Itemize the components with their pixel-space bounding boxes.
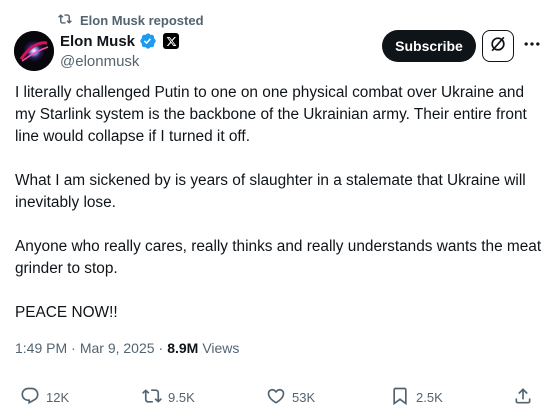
post-meta: 1:49 PM · Mar 9, 2025 · 8.9M Views bbox=[15, 340, 239, 356]
more-icon bbox=[522, 34, 542, 59]
meta-separator: · bbox=[71, 340, 76, 356]
reply-count: 12K bbox=[46, 390, 70, 405]
like-count: 53K bbox=[292, 390, 316, 405]
repost-indicator[interactable]: Elon Musk reposted bbox=[58, 12, 204, 28]
avatar[interactable] bbox=[14, 31, 54, 71]
subscribe-button[interactable]: Subscribe bbox=[382, 30, 476, 62]
bookmark-count: 2.5K bbox=[416, 390, 443, 405]
post-paragraph: PEACE NOW!! bbox=[15, 304, 118, 321]
grok-icon bbox=[488, 34, 508, 59]
grok-button[interactable] bbox=[482, 30, 514, 62]
repost-label: Elon Musk reposted bbox=[80, 12, 204, 28]
share-icon bbox=[513, 386, 533, 409]
post-paragraph: Anyone who really cares, really thinks a… bbox=[15, 238, 542, 277]
action-bar: 12K 9.5K 53K 2.5K bbox=[0, 382, 554, 410]
x-logo-icon[interactable] bbox=[163, 33, 180, 49]
repost-icon bbox=[58, 12, 72, 29]
bookmark-button[interactable]: 2.5K bbox=[390, 386, 443, 409]
reply-icon bbox=[20, 386, 40, 409]
heart-icon bbox=[266, 386, 286, 409]
post-paragraph: I literally challenged Putin to one on o… bbox=[15, 84, 527, 145]
meta-separator: · bbox=[158, 340, 164, 356]
repost-icon bbox=[142, 386, 162, 409]
verified-badge-icon[interactable] bbox=[139, 32, 157, 50]
share-button[interactable] bbox=[513, 386, 533, 409]
like-button[interactable]: 53K bbox=[266, 386, 315, 409]
post-date[interactable]: Mar 9, 2025 bbox=[80, 340, 155, 356]
author-handle[interactable]: @elonmusk bbox=[60, 53, 179, 70]
bookmark-icon bbox=[390, 386, 410, 409]
post-text: I literally challenged Putin to one on o… bbox=[15, 82, 543, 324]
author-name[interactable]: Elon Musk bbox=[60, 33, 135, 50]
reply-button[interactable]: 12K bbox=[20, 386, 69, 409]
more-button[interactable] bbox=[521, 36, 543, 56]
post-paragraph: What I am sickened by is years of slaugh… bbox=[15, 172, 526, 211]
views-label: Views bbox=[202, 340, 240, 356]
post-time[interactable]: 1:49 PM bbox=[15, 340, 67, 356]
repost-button[interactable]: 9.5K bbox=[142, 386, 195, 409]
repost-count: 9.5K bbox=[168, 390, 195, 405]
views-count[interactable]: 8.9M bbox=[167, 340, 198, 356]
